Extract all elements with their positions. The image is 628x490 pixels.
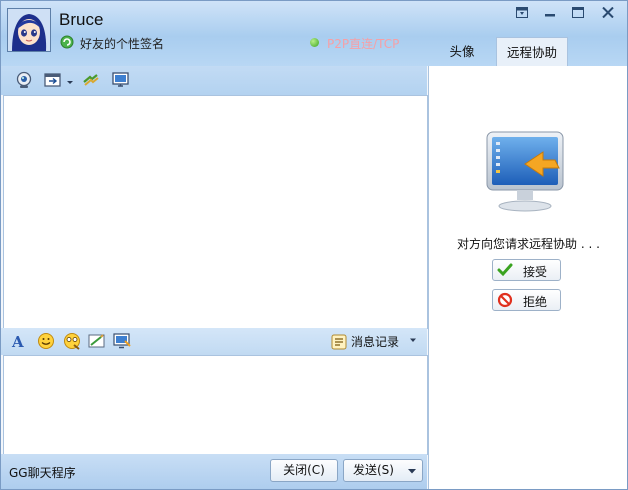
remote-assist-panel: 对方向您请求远程协助 . . . 接受 拒绝 — [428, 66, 627, 489]
online-status-icon — [310, 38, 319, 47]
send-button[interactable]: 发送(S) — [343, 459, 404, 482]
bottom-bar: GG聊天程序 关闭(C) 发送(S) — [1, 454, 427, 489]
history-label: 消息记录 — [351, 335, 400, 349]
close-icon[interactable] — [595, 3, 621, 21]
history-dropdown-icon[interactable] — [409, 336, 417, 344]
remote-monitor-icon — [486, 131, 564, 212]
checkmark-icon — [497, 263, 513, 277]
svg-text:A: A — [11, 333, 24, 350]
message-history-button[interactable]: 消息记录 — [331, 332, 399, 351]
format-toolbar: A 消息记录 — [1, 328, 427, 355]
connection-type: P2P直连/TCP — [327, 37, 400, 51]
chat-window: Bruce 好友的个性签名 P2P直连/TCP 头像 远程协助 A 消息记录 G… — [0, 0, 628, 490]
personal-signature: 好友的个性签名 — [80, 37, 165, 51]
handwriting-icon[interactable] — [88, 332, 106, 350]
chat-toolbar — [1, 66, 427, 95]
app-name: GG聊天程序 — [9, 466, 76, 480]
history-icon — [331, 334, 347, 349]
remote-request-text: 对方向您请求远程协助 . . . — [457, 237, 600, 251]
close-button[interactable]: 关闭(C) — [270, 459, 338, 482]
dropdown-arrow-icon[interactable] — [65, 70, 75, 90]
chat-header: Bruce 好友的个性签名 P2P直连/TCP 头像 远程协助 — [1, 1, 627, 66]
reject-label: 拒绝 — [523, 295, 548, 309]
tab-remote-assist[interactable]: 远程协助 — [496, 37, 568, 66]
no-entry-icon — [497, 292, 513, 308]
reject-button[interactable]: 拒绝 — [492, 289, 561, 311]
send-file-icon[interactable] — [43, 70, 63, 90]
skin-icon[interactable] — [509, 3, 535, 21]
maximize-icon[interactable] — [565, 3, 591, 21]
send-options-button[interactable] — [403, 459, 423, 482]
emoticon-icon[interactable] — [37, 332, 55, 350]
chevron-down-icon — [408, 469, 416, 474]
contact-name: Bruce — [59, 10, 104, 29]
tab-avatar[interactable]: 头像 — [433, 37, 491, 66]
font-icon[interactable]: A — [10, 332, 28, 350]
avatar[interactable] — [7, 8, 51, 52]
signature-icon — [60, 35, 74, 49]
message-input[interactable] — [3, 355, 428, 455]
video-call-icon[interactable] — [14, 70, 34, 90]
message-history-area[interactable] — [3, 95, 428, 329]
snapshot-icon[interactable] — [63, 332, 81, 350]
remote-desktop-icon[interactable] — [111, 70, 131, 90]
shake-icon[interactable] — [81, 70, 101, 90]
accept-label: 接受 — [523, 265, 548, 279]
screen-capture-icon[interactable] — [113, 332, 131, 350]
minimize-icon[interactable] — [537, 3, 563, 21]
accept-button[interactable]: 接受 — [492, 259, 561, 281]
